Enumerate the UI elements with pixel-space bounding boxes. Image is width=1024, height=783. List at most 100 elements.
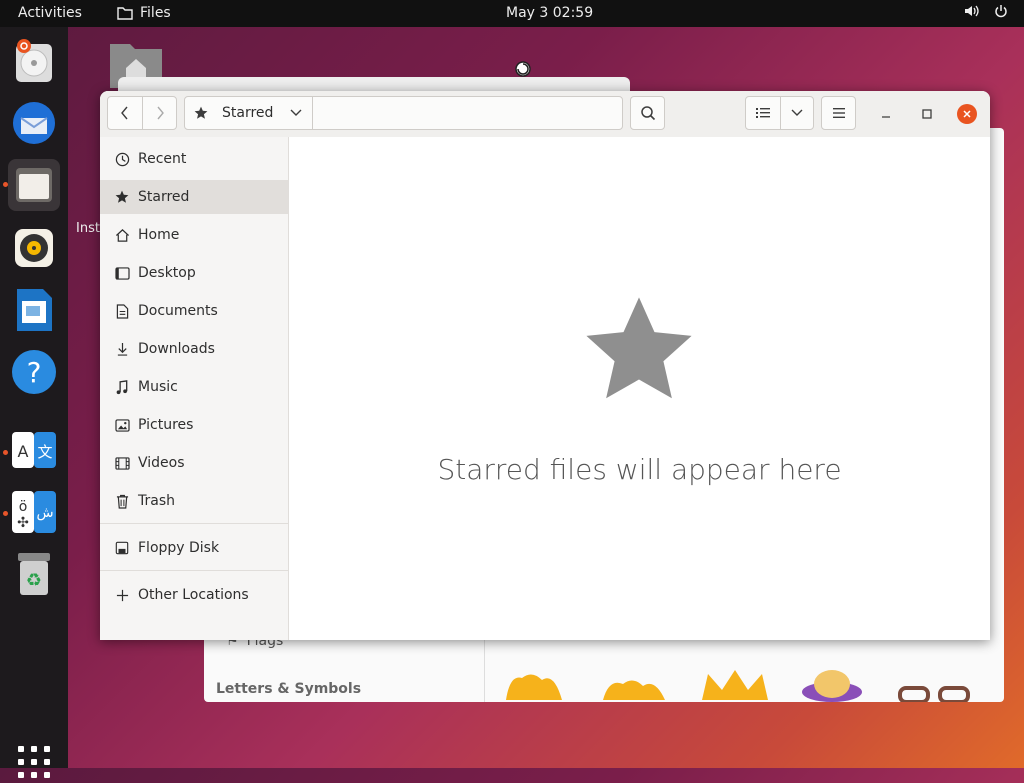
floppy-icon	[114, 540, 130, 556]
list-view-button[interactable]	[745, 96, 781, 130]
maximize-icon	[922, 109, 932, 119]
sidebar-item-videos[interactable]: Videos	[100, 446, 288, 480]
dock-help[interactable]: ?	[8, 346, 60, 398]
music-icon	[114, 379, 130, 395]
document-icon	[114, 303, 130, 319]
svg-text:文: 文	[37, 443, 52, 461]
rhythmbox-icon	[15, 229, 53, 267]
search-icon	[640, 106, 655, 121]
emoji-hands-icon	[506, 674, 562, 700]
sidebar-separator	[100, 570, 288, 571]
forward-button[interactable]	[142, 96, 177, 130]
sidebar-item-trash[interactable]: Trash	[100, 484, 288, 518]
sidebar-item-documents[interactable]: Documents	[100, 294, 288, 328]
chevron-left-icon	[121, 106, 128, 120]
busy-cursor-icon	[515, 61, 531, 77]
clock-icon	[114, 151, 130, 167]
sidebar-item-label: Other Locations	[138, 587, 249, 603]
letters-symbols-heading: Letters & Symbols	[216, 681, 362, 697]
home-icon	[114, 227, 130, 243]
app-name: Files	[140, 5, 171, 21]
clock[interactable]: May 3 02:59	[506, 5, 593, 21]
dock-language-support[interactable]: A文	[8, 424, 60, 476]
activities-button[interactable]: Activities	[18, 5, 82, 21]
sidebar-item-label: Desktop	[138, 265, 196, 281]
minimize-button[interactable]	[876, 104, 896, 124]
sidebar-item-other-locations[interactable]: Other Locations	[100, 578, 288, 612]
minimize-icon	[882, 116, 890, 118]
dock-input-method[interactable]: ö ✣ ش	[8, 486, 60, 538]
show-applications-button[interactable]	[17, 745, 51, 783]
sidebar-item-label: Floppy Disk	[138, 540, 220, 556]
sidebar-item-downloads[interactable]: Downloads	[100, 332, 288, 366]
close-button[interactable]	[957, 104, 977, 124]
chevron-down-icon	[290, 109, 302, 116]
volume-icon	[965, 5, 979, 17]
sidebar-item-pictures[interactable]: Pictures	[100, 408, 288, 442]
sidebar-item-desktop[interactable]: Desktop	[100, 256, 288, 290]
download-icon	[114, 341, 130, 357]
empty-placeholder-text: Starred files will appear here	[437, 453, 842, 486]
dock-disk-installer[interactable]	[8, 35, 60, 87]
list-view-icon	[756, 108, 770, 118]
sidebar-item-label: Videos	[138, 455, 185, 471]
sidebar-item-label: Trash	[138, 493, 175, 509]
sidebar-item-recent[interactable]: Recent	[100, 142, 288, 176]
video-icon	[114, 455, 130, 471]
sidebar-item-home[interactable]: Home	[100, 218, 288, 252]
close-icon	[963, 110, 971, 118]
trash-icon: ♻	[18, 553, 50, 595]
sidebar-item-label: Downloads	[138, 341, 215, 357]
star-icon	[194, 106, 208, 119]
dock-files[interactable]	[8, 159, 60, 211]
dock-libreoffice-writer[interactable]	[8, 284, 60, 336]
sidebar-item-label: Documents	[138, 303, 218, 319]
dock-thunderbird[interactable]	[8, 97, 60, 149]
emoji-glasses-icon	[898, 686, 970, 702]
sidebar-item-label: Pictures	[138, 417, 194, 433]
sidebar-item-floppy-disk[interactable]: Floppy Disk	[100, 531, 288, 565]
emoji-crown-icon	[702, 670, 768, 700]
files-icon	[16, 168, 52, 202]
sidebar-separator	[100, 523, 288, 524]
svg-text:?: ?	[27, 356, 42, 389]
star-icon	[586, 297, 692, 399]
view-options-button[interactable]	[780, 96, 814, 130]
dock-rhythmbox[interactable]	[8, 222, 60, 274]
file-view[interactable]: Starred files will appear here	[289, 137, 990, 640]
disk-installer-icon	[16, 39, 52, 82]
path-button-starred[interactable]: Starred	[185, 97, 313, 129]
chevron-down-icon	[791, 109, 803, 116]
maximize-button[interactable]	[917, 104, 937, 124]
svg-text:♻: ♻	[26, 570, 42, 591]
writer-icon	[17, 289, 52, 331]
plus-icon	[114, 587, 130, 603]
top-bar: Activities Files May 3 02:59	[0, 0, 1024, 27]
help-icon: ?	[12, 350, 56, 394]
search-button[interactable]	[630, 96, 665, 130]
sidebar-item-music[interactable]: Music	[100, 370, 288, 404]
sidebar-item-label: Home	[138, 227, 180, 243]
dock: ? A文 ö ✣ ش ♻	[0, 27, 68, 778]
back-button[interactable]	[107, 96, 143, 130]
system-tray[interactable]	[964, 4, 1008, 18]
language-support-icon: A文	[12, 432, 56, 468]
app-menu-files[interactable]: Files	[117, 5, 171, 21]
files-window: Starred Recent Starred Home Desktop Docu…	[100, 91, 990, 640]
main-menu-button[interactable]	[821, 96, 856, 130]
svg-text:A: A	[18, 442, 29, 461]
folder-icon	[117, 7, 133, 20]
star-icon	[114, 189, 130, 205]
sidebar-item-starred[interactable]: Starred	[100, 180, 288, 214]
desktop-item-label: Inst	[76, 221, 100, 236]
dock-trash[interactable]: ♻	[8, 548, 60, 600]
power-icon	[995, 5, 1007, 18]
pictures-icon	[114, 417, 130, 433]
emoji-clap-icon	[603, 680, 665, 700]
desktop-icon	[114, 265, 130, 281]
thunderbird-icon	[13, 102, 55, 144]
sidebar-item-label: Recent	[138, 151, 187, 167]
path-bar: Starred	[184, 96, 623, 130]
svg-text:✣: ✣	[17, 515, 29, 531]
chevron-right-icon	[156, 106, 164, 120]
